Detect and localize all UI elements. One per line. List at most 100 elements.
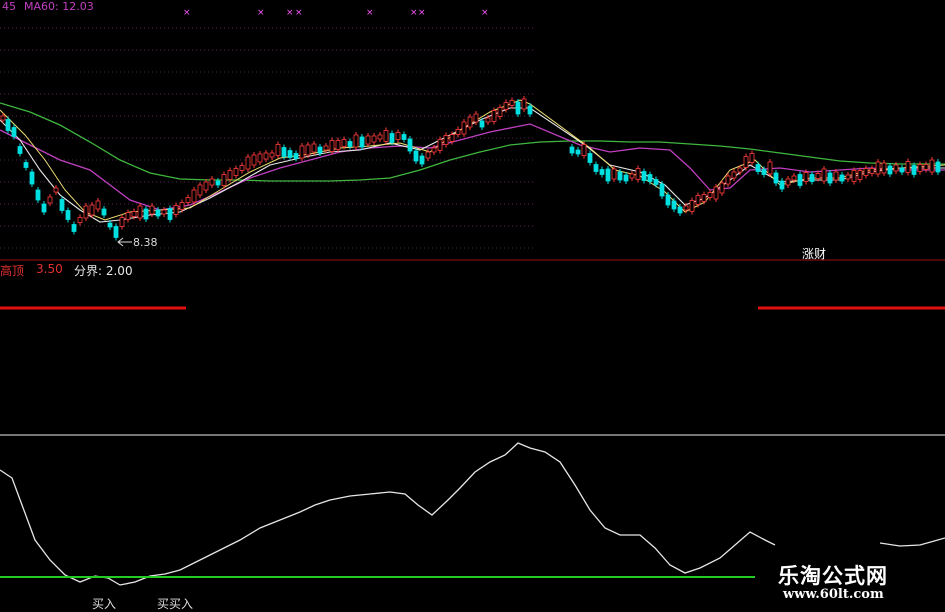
candle-body	[755, 164, 761, 172]
watermark-url: www.60lt.com	[783, 587, 884, 602]
candle-body	[251, 154, 257, 166]
candle-body	[683, 205, 689, 211]
marker-1: ×	[183, 8, 191, 18]
ma-purple-line	[0, 123, 945, 211]
candle-body	[275, 144, 281, 156]
candle-body	[893, 164, 899, 172]
candle-body	[239, 165, 245, 171]
candle-body	[215, 180, 221, 186]
candle-body	[167, 208, 173, 220]
candle-body	[839, 174, 845, 182]
candle-body	[437, 139, 443, 151]
candle-body	[185, 197, 191, 203]
candle-body	[47, 196, 53, 204]
candle-body	[779, 180, 785, 190]
ma60-label: MA60: 12.03	[24, 0, 94, 13]
candle-body	[887, 165, 893, 175]
candle-body	[413, 150, 419, 162]
candle-body	[917, 164, 923, 172]
candle-body	[371, 135, 377, 143]
ma-white-line	[0, 107, 945, 223]
indicator-divide-label: 分界: 2.00	[74, 264, 133, 278]
candle-body	[281, 147, 287, 157]
indicator-name: 高顶	[0, 264, 25, 278]
buy-signal-label-2: 买买入	[157, 597, 194, 611]
candle-body	[335, 140, 341, 150]
candle-body	[191, 189, 197, 203]
candle-body	[293, 153, 299, 159]
marker-2: ×	[257, 8, 265, 18]
candle-body	[767, 161, 773, 175]
candle-body	[347, 141, 353, 147]
candle-body	[863, 168, 869, 176]
candle-body	[905, 161, 911, 173]
candle-body	[581, 144, 587, 156]
candle-body	[65, 210, 71, 220]
marker-3: ×	[286, 8, 294, 18]
candle-body	[209, 178, 215, 186]
candle-body	[77, 217, 83, 223]
candle-body	[929, 159, 935, 173]
watermark-title: 乐淘公式网	[778, 563, 888, 588]
candle-body	[323, 145, 329, 151]
candle-body	[737, 167, 743, 173]
candle-body	[497, 107, 503, 117]
candle-body	[401, 134, 407, 140]
candle-body	[785, 178, 791, 186]
low-price-label: 8.38	[133, 236, 158, 249]
candle-body	[443, 135, 449, 145]
candle-body	[749, 153, 755, 163]
candle-body	[41, 203, 47, 213]
indicator-value: 3.50	[36, 262, 63, 276]
candle-body	[791, 175, 797, 181]
candle-body	[71, 224, 77, 232]
candle-body	[449, 134, 455, 142]
candle-body	[833, 171, 839, 181]
candle-body	[671, 200, 677, 210]
candle-body	[707, 192, 713, 198]
candle-body	[425, 151, 431, 159]
candle-body	[479, 120, 485, 128]
candle-body	[245, 156, 251, 170]
candle-body	[143, 208, 149, 220]
candle-body	[125, 212, 131, 220]
candle-body	[329, 140, 335, 152]
candle-body	[95, 200, 101, 210]
marker-4: ×	[295, 8, 303, 18]
candle-body	[527, 105, 533, 115]
candle-body	[59, 199, 65, 211]
candle-body	[587, 153, 593, 163]
candle-body	[377, 134, 383, 140]
candle-body	[731, 171, 737, 179]
candle-body	[263, 152, 269, 160]
candle-body	[629, 173, 635, 179]
candle-body	[101, 208, 107, 216]
candle-body	[803, 172, 809, 182]
candle-body	[203, 181, 209, 191]
candle-body	[23, 162, 29, 168]
candle-body	[911, 165, 917, 175]
candle-body	[305, 144, 311, 156]
kline-chart[interactable]	[0, 0, 945, 609]
candle-body	[677, 206, 683, 214]
candle-body	[515, 101, 521, 115]
candle-body	[197, 184, 203, 196]
candle-body	[359, 136, 365, 148]
candle-body	[725, 175, 731, 185]
candle-body	[107, 222, 113, 228]
candle-body	[131, 211, 137, 217]
candle-body	[881, 162, 887, 174]
candle-body	[161, 209, 167, 215]
candle-body	[35, 189, 41, 201]
candle-body	[617, 171, 623, 181]
marker-5: ×	[366, 8, 374, 18]
marker-7: ×	[418, 8, 426, 18]
candle-body	[797, 174, 803, 186]
candle-body	[641, 171, 647, 181]
candle-body	[137, 205, 143, 219]
candle-body	[155, 209, 161, 217]
candle-body	[83, 205, 89, 219]
candle-body	[287, 150, 293, 158]
candle-body	[119, 217, 125, 227]
candle-body	[17, 146, 23, 154]
